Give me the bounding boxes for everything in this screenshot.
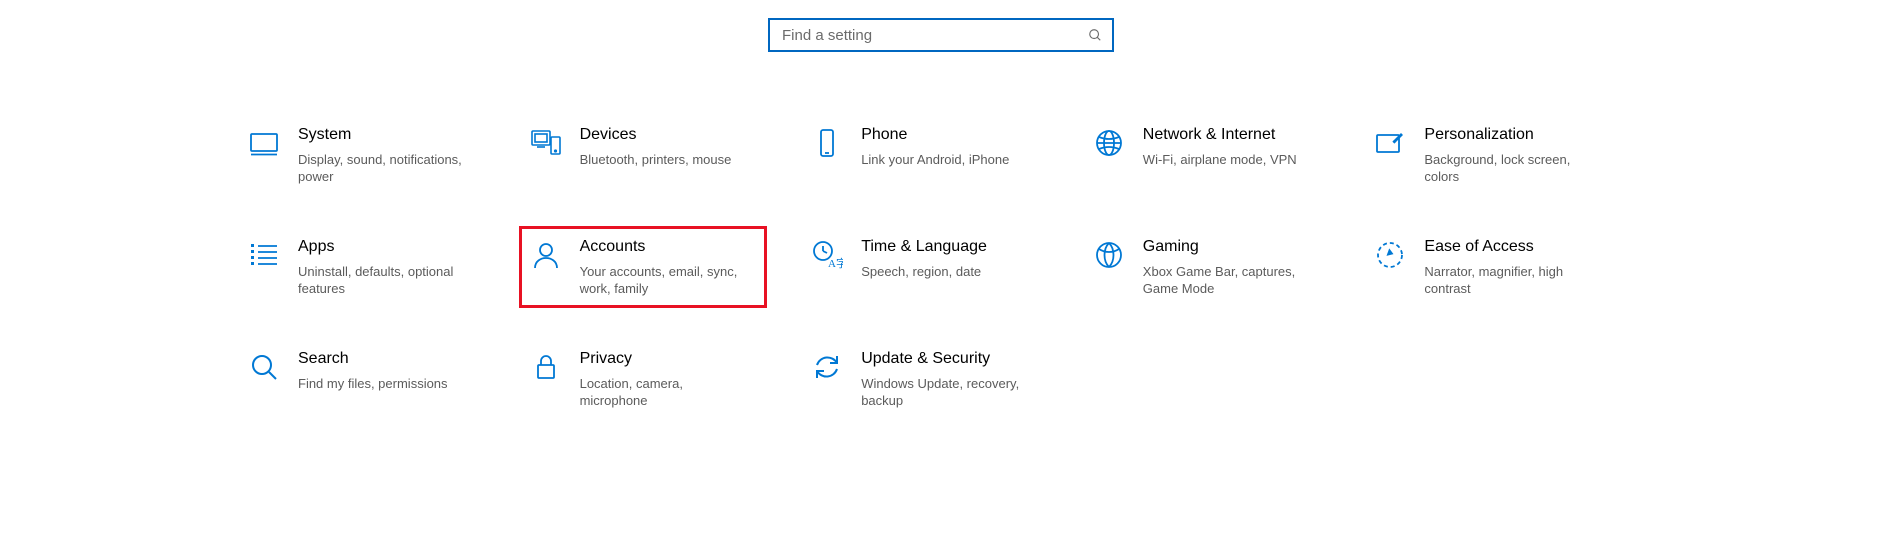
tile-title: Gaming	[1143, 237, 1315, 257]
devices-icon	[530, 127, 562, 159]
tile-system[interactable]: System Display, sound, notifications, po…	[237, 114, 485, 196]
tile-title: Apps	[298, 237, 470, 257]
system-icon	[248, 127, 280, 159]
search-icon	[1088, 28, 1102, 42]
tile-desc: Display, sound, notifications, power	[298, 151, 470, 185]
tile-apps[interactable]: Apps Uninstall, defaults, optional featu…	[237, 226, 485, 308]
tile-title: Ease of Access	[1424, 237, 1596, 257]
tile-desc: Windows Update, recovery, backup	[861, 375, 1033, 409]
tile-title: Personalization	[1424, 125, 1596, 145]
tile-desc: Your accounts, email, sync, work, family	[580, 263, 752, 297]
tile-desc: Location, camera, microphone	[580, 375, 752, 409]
tile-devices[interactable]: Devices Bluetooth, printers, mouse	[519, 114, 767, 196]
tile-title: Accounts	[580, 237, 752, 257]
tile-desc: Link your Android, iPhone	[861, 151, 1033, 168]
phone-icon	[811, 127, 843, 159]
personalization-icon	[1374, 127, 1406, 159]
accounts-icon	[530, 239, 562, 271]
tile-title: Network & Internet	[1143, 125, 1315, 145]
time-language-icon: A字	[811, 239, 843, 271]
tile-title: Search	[298, 349, 470, 369]
globe-icon	[1093, 127, 1125, 159]
tile-desc: Uninstall, defaults, optional features	[298, 263, 470, 297]
tile-desc: Background, lock screen, colors	[1424, 151, 1596, 185]
tile-privacy[interactable]: Privacy Location, camera, microphone	[519, 338, 767, 420]
lock-icon	[530, 351, 562, 383]
tile-desc: Find my files, permissions	[298, 375, 470, 392]
tile-title: Privacy	[580, 349, 752, 369]
update-icon	[811, 351, 843, 383]
tile-desc: Speech, region, date	[861, 263, 1033, 280]
tile-desc: Narrator, magnifier, high contrast	[1424, 263, 1596, 297]
search-box[interactable]	[768, 18, 1114, 52]
tile-title: Phone	[861, 125, 1033, 145]
tile-title: Update & Security	[861, 349, 1033, 369]
apps-icon	[248, 239, 280, 271]
tile-update-security[interactable]: Update & Security Windows Update, recove…	[800, 338, 1048, 420]
tile-search[interactable]: Search Find my files, permissions	[237, 338, 485, 420]
search-input[interactable]	[780, 26, 1088, 45]
tile-title: Time & Language	[861, 237, 1033, 257]
tile-network[interactable]: Network & Internet Wi-Fi, airplane mode,…	[1082, 114, 1330, 196]
tile-desc: Bluetooth, printers, mouse	[580, 151, 752, 168]
tile-desc: Xbox Game Bar, captures, Game Mode	[1143, 263, 1315, 297]
gaming-icon	[1093, 239, 1125, 271]
tile-title: System	[298, 125, 470, 145]
tile-accounts[interactable]: Accounts Your accounts, email, sync, wor…	[519, 226, 767, 308]
ease-of-access-icon	[1374, 239, 1406, 271]
settings-grid: System Display, sound, notifications, po…	[237, 114, 1645, 420]
magnifier-icon	[248, 351, 280, 383]
tile-title: Devices	[580, 125, 752, 145]
tile-phone[interactable]: Phone Link your Android, iPhone	[800, 114, 1048, 196]
tile-ease-of-access[interactable]: Ease of Access Narrator, magnifier, high…	[1363, 226, 1611, 308]
tile-personalization[interactable]: Personalization Background, lock screen,…	[1363, 114, 1611, 196]
svg-text:A字: A字	[828, 256, 843, 270]
tile-gaming[interactable]: Gaming Xbox Game Bar, captures, Game Mod…	[1082, 226, 1330, 308]
tile-desc: Wi-Fi, airplane mode, VPN	[1143, 151, 1315, 168]
tile-time-language[interactable]: A字 Time & Language Speech, region, date	[800, 226, 1048, 308]
